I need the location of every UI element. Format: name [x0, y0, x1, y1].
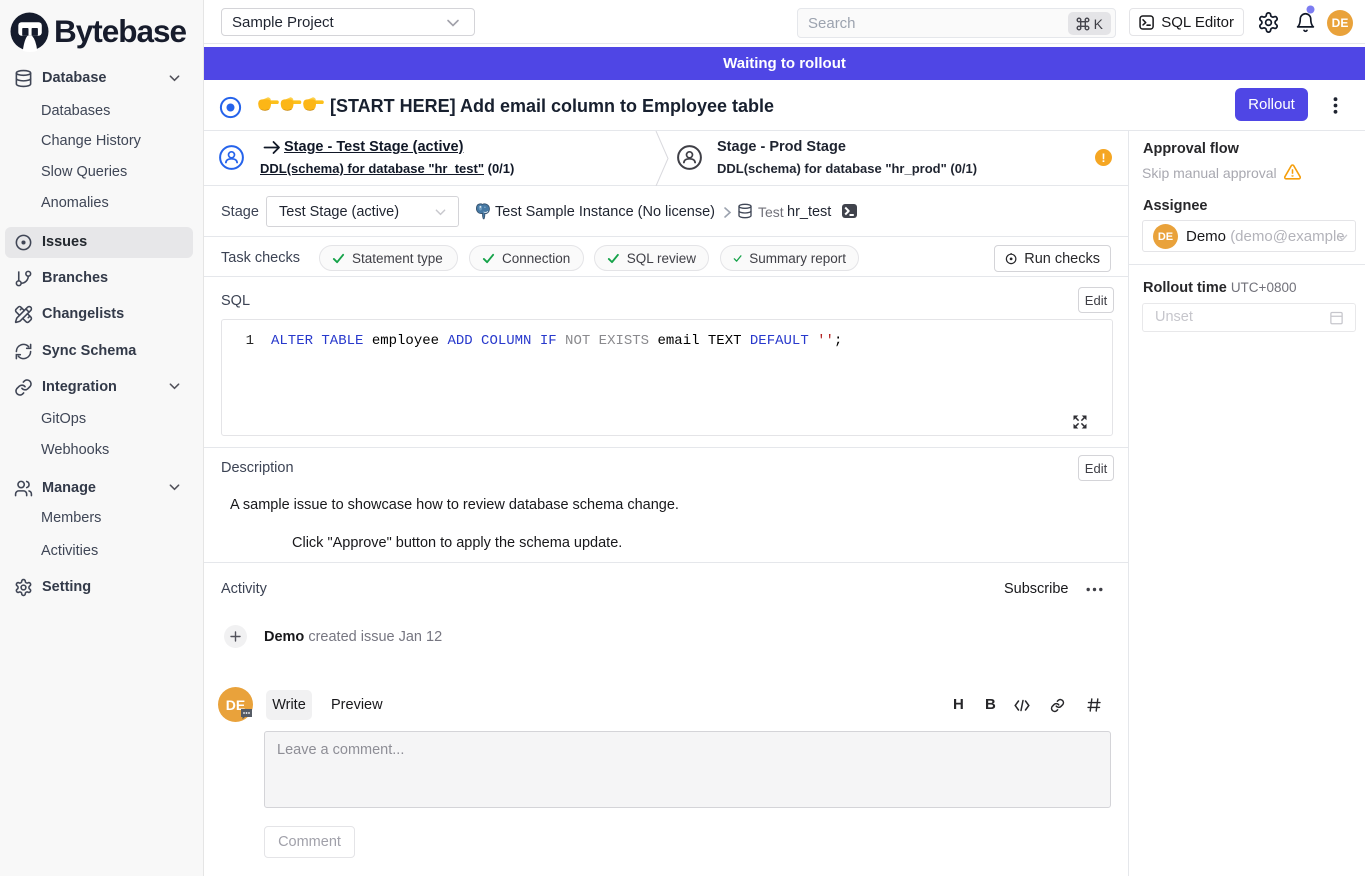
svg-text:Bytebase: Bytebase [54, 13, 187, 49]
